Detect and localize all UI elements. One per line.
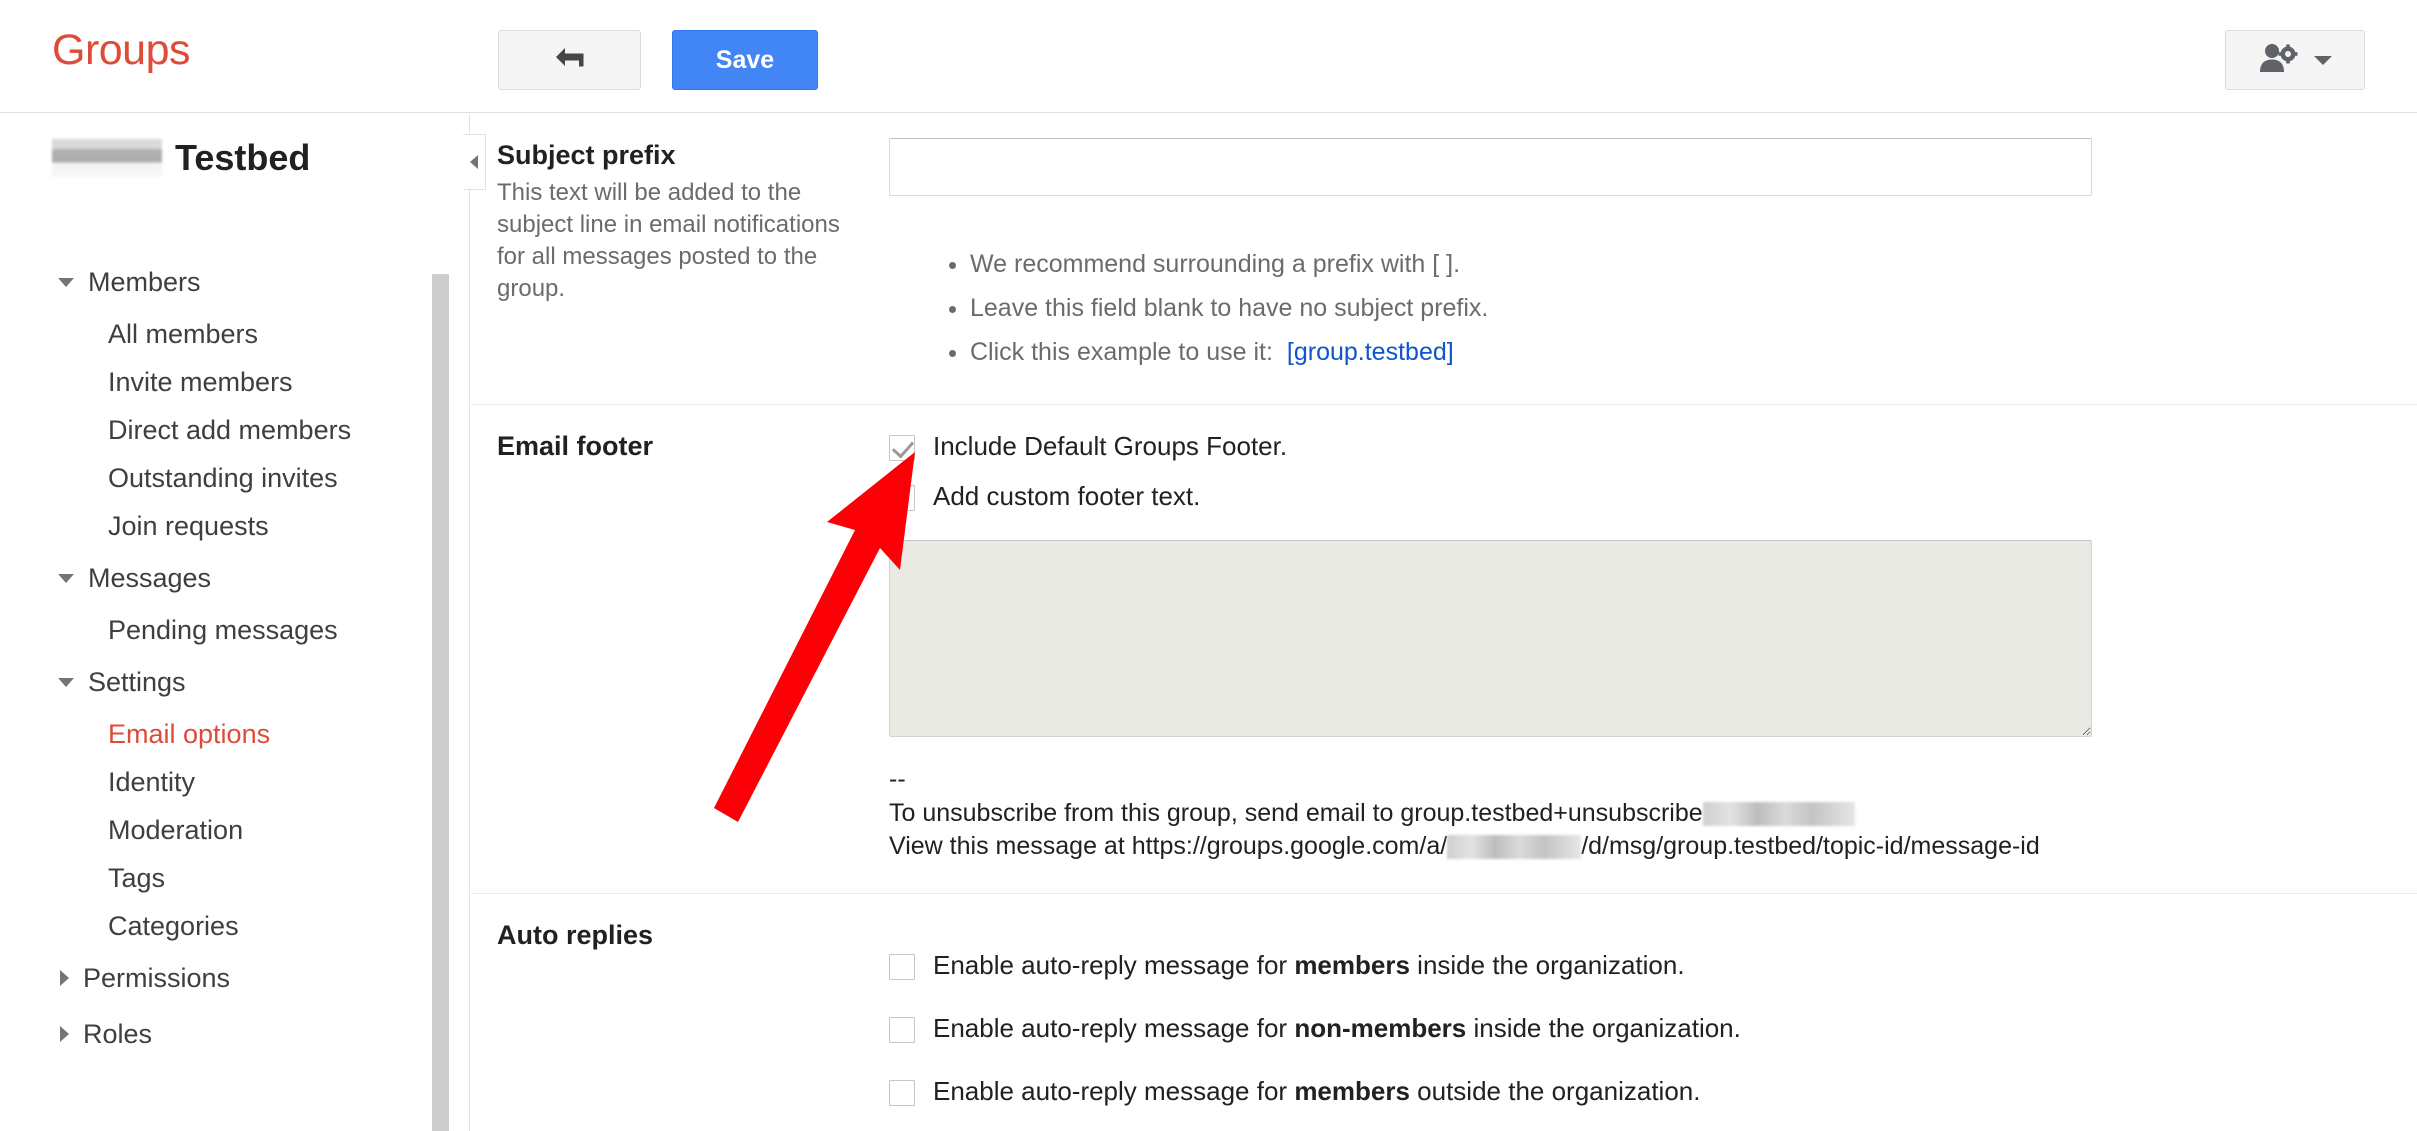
preview-view-url-prefix: View this message at https://groups.goog…: [889, 831, 1448, 860]
sidebar-nav: Members All members Invite members Direct a…: [0, 254, 440, 1062]
auto-reply-label-audience: members: [1294, 1076, 1410, 1107]
sidebar-collapse-handle[interactable]: [463, 134, 486, 190]
preview-unsubscribe-text: To unsubscribe from this group, send ema…: [889, 798, 1703, 827]
sidebar-item-direct-add-members[interactable]: Direct add members: [0, 406, 440, 454]
triangle-right-icon: [60, 970, 69, 986]
group-name-label: Testbed: [175, 137, 311, 178]
subject-prefix-example-hint: Click this example to use it: [group.test…: [970, 331, 2357, 375]
sidebar-group-label: Members: [88, 266, 201, 297]
auto-reply-option-row[interactable]: Enable auto-reply message for non-member…: [889, 1011, 2357, 1046]
add-custom-footer-label[interactable]: Add custom footer text.: [933, 479, 1200, 514]
top-bar: Groups Save: [0, 0, 2417, 113]
auto-reply-label-audience: members: [1294, 950, 1410, 981]
sidebar-item-join-requests[interactable]: Join requests: [0, 502, 440, 550]
sidebar-group-messages[interactable]: Messages: [0, 550, 440, 606]
auto-reply-label-pre: Enable auto-reply message for: [933, 1076, 1295, 1107]
auto-reply-checkbox-1[interactable]: [889, 954, 915, 981]
sidebar-group-label: Roles: [83, 1018, 153, 1049]
section-label: Email footer: [471, 405, 889, 893]
sidebar-group-label: Settings: [88, 666, 186, 697]
triangle-down-icon: [58, 277, 74, 287]
custom-footer-textarea[interactable]: [889, 540, 2092, 738]
sidebar-scrollbar[interactable]: [432, 274, 449, 1131]
sidebar-item-outstanding-invites[interactable]: Outstanding invites: [0, 454, 440, 502]
person-gear-icon: [2258, 42, 2300, 79]
auto-reply-label-audience: non-members: [1294, 1013, 1467, 1044]
section-title: Email footer: [497, 431, 654, 462]
hint-text: Click this example to use it:: [970, 337, 1273, 366]
hint-text: Leave this field blank to have no subjec…: [970, 293, 1489, 322]
sidebar-item-pending-messages[interactable]: Pending messages: [0, 606, 440, 654]
default-footer-preview: -- To unsubscribe from this group, send …: [889, 763, 2357, 863]
sidebar-group-members[interactable]: Members: [0, 254, 440, 310]
sidebar-item-email-options[interactable]: Email options: [0, 710, 440, 758]
triangle-right-icon: [60, 1026, 69, 1042]
sidebar-item-invite-members[interactable]: Invite members: [0, 358, 440, 406]
section-body: We recommend surrounding a prefix with […: [889, 114, 2417, 404]
hint-text: We recommend surrounding a prefix with […: [970, 250, 1461, 278]
auto-reply-checkbox-2[interactable]: [889, 1017, 915, 1044]
auto-reply-label-pre: Enable auto-reply message for: [933, 1013, 1295, 1044]
sidebar-group-permissions[interactable]: Permissions: [0, 950, 440, 1006]
subject-prefix-hints: We recommend surrounding a prefix with […: [970, 243, 2357, 374]
include-default-groups-footer-label[interactable]: Include Default Groups Footer.: [933, 429, 1287, 464]
auto-reply-label-1[interactable]: Enable auto-reply message for members in…: [933, 948, 1685, 983]
sidebar-item-all-members[interactable]: All members: [0, 310, 440, 358]
main-content: Subject prefix This text will be added t…: [471, 114, 2417, 1131]
auto-reply-option-row[interactable]: Enable auto-reply message for members ou…: [889, 1074, 2357, 1109]
section-title: Auto replies: [497, 920, 654, 951]
auto-reply-label-pre: Enable auto-reply message for: [933, 950, 1295, 981]
redacted-group-domain: [52, 139, 162, 177]
section-body: Include Default Groups Footer. Add custo…: [889, 405, 2417, 893]
subject-prefix-input[interactable]: [889, 138, 2092, 196]
auto-reply-label-3[interactable]: Enable auto-reply message for members ou…: [933, 1074, 1700, 1109]
triangle-down-icon: [58, 677, 74, 687]
save-button[interactable]: Save: [672, 30, 818, 90]
back-button[interactable]: [498, 30, 641, 90]
preview-line-view-message: View this message at https://groups.goog…: [889, 830, 2357, 863]
subject-prefix-hint: We recommend surrounding a prefix with […: [970, 243, 2357, 287]
add-custom-footer-checkbox[interactable]: [889, 485, 915, 512]
chevron-down-icon: [2314, 55, 2332, 65]
subject-prefix-hint: Leave this field blank to have no subjec…: [970, 287, 2357, 331]
preview-line-dashes: --: [889, 765, 906, 794]
back-arrow-icon: [553, 45, 587, 76]
add-custom-footer-row[interactable]: Add custom footer text.: [889, 479, 2357, 514]
group-title: Testbed: [52, 137, 310, 179]
include-default-groups-footer-checkbox[interactable]: [889, 435, 915, 462]
include-default-groups-footer-row[interactable]: Include Default Groups Footer.: [889, 429, 2357, 464]
auto-reply-label-post: outside the organization.: [1409, 1076, 1701, 1107]
sidebar-group-roles[interactable]: Roles: [0, 1006, 440, 1062]
auto-reply-label-post: inside the organization.: [1409, 950, 1685, 981]
section-label: Subject prefix This text will be added t…: [471, 114, 889, 404]
manage-members-menu-button[interactable]: [2225, 30, 2365, 90]
sidebar-item-moderation[interactable]: Moderation: [0, 806, 440, 854]
section-email-footer: Email footer Include Default Groups Foot…: [471, 405, 2417, 895]
subject-prefix-example-link[interactable]: [group.testbed]: [1287, 338, 1454, 366]
section-auto-replies: Auto replies Enable auto-reply message f…: [471, 894, 2417, 1131]
section-title: Subject prefix: [497, 140, 676, 170]
preview-line-unsubscribe: To unsubscribe from this group, send ema…: [889, 797, 2357, 830]
redacted-domain-2: [1447, 835, 1582, 860]
auto-reply-label-post: inside the organization.: [1466, 1013, 1741, 1044]
sidebar: Testbed Members All members Invite members…: [0, 114, 470, 1131]
sidebar-group-label: Messages: [88, 562, 212, 593]
auto-reply-label-2[interactable]: Enable auto-reply message for non-member…: [933, 1011, 1741, 1046]
sidebar-group-label: Permissions: [83, 962, 231, 993]
section-description: This text will be added to the subject l…: [497, 179, 840, 302]
app-brand-groups[interactable]: Groups: [52, 26, 191, 75]
section-subject-prefix: Subject prefix This text will be added t…: [471, 114, 2417, 406]
triangle-down-icon: [58, 573, 74, 583]
redacted-domain-1: [1702, 802, 1855, 827]
sidebar-item-tags[interactable]: Tags: [0, 854, 440, 902]
sidebar-item-categories[interactable]: Categories: [0, 902, 440, 950]
auto-reply-option-row[interactable]: Enable auto-reply message for members in…: [889, 948, 2357, 983]
triangle-left-icon: [470, 155, 478, 169]
sidebar-group-settings[interactable]: Settings: [0, 654, 440, 710]
sidebar-item-identity[interactable]: Identity: [0, 758, 440, 806]
preview-view-url-suffix: /d/msg/group.testbed/topic-id/message-id: [1581, 831, 2040, 860]
section-label: Auto replies: [471, 894, 889, 1131]
auto-reply-checkbox-3[interactable]: [889, 1080, 915, 1107]
section-body: Enable auto-reply message for members in…: [889, 894, 2417, 1131]
